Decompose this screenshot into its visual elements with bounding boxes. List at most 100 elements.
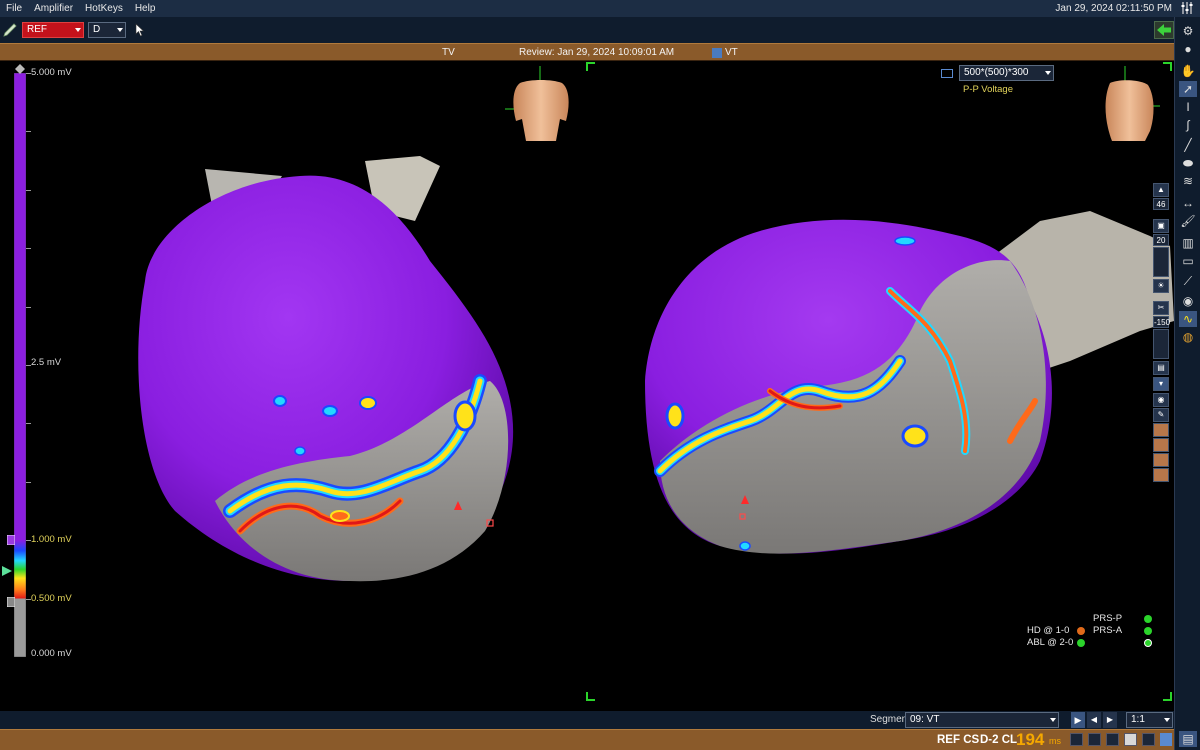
needle-icon[interactable]: ⟋ — [1179, 273, 1197, 289]
monitor-icon[interactable] — [1106, 733, 1119, 746]
voltage-map-3d[interactable] — [0, 61, 1174, 711]
menu-bar: File Amplifier HotKeys Help Jan 29, 2024… — [0, 0, 1200, 17]
step-back-button[interactable]: ◀ — [1087, 712, 1101, 728]
menu-help[interactable]: Help — [129, 3, 162, 14]
menu-hotkeys[interactable]: HotKeys — [79, 3, 129, 14]
catheter-legend: PRS-P HD @ 1-0 PRS-A ABL @ 2-0 — [1025, 613, 1165, 673]
select-arrow-icon[interactable]: ➚ — [1179, 81, 1197, 97]
map-type-label: P-P Voltage — [963, 84, 1014, 95]
status-dot-prs-a — [1144, 627, 1152, 635]
map-viewport[interactable]: 5.000 mV 2.5 mV 1.000 mV 0.500 mV 0.000 … — [0, 61, 1174, 711]
play-button[interactable]: ▶ — [1071, 712, 1085, 728]
channel-select-value: D — [93, 24, 101, 35]
pointer-cursor-icon — [135, 23, 145, 37]
right-toolbar: ⚙ ● ✋ ➚ I ∫ ╱ ⬬ ≋ ↔ 🖌 ▥ ▭ ⟋ ◉ ∿ ◍ ▤ — [1174, 17, 1200, 750]
segment-select[interactable]: 09: VT — [905, 712, 1059, 728]
chevron-down-icon — [1164, 718, 1170, 722]
circle-icon[interactable]: ● — [1179, 41, 1197, 57]
torso-view-1-icon[interactable] — [1153, 423, 1169, 437]
reference-select[interactable]: REF — [22, 22, 84, 38]
torso-orientation-left[interactable] — [505, 66, 569, 141]
mountain-icon[interactable]: ▲ — [1153, 183, 1169, 197]
opacity-icon[interactable]: ▣ — [1153, 219, 1169, 233]
view-header-map-name: VT — [725, 47, 738, 58]
mesh-icon[interactable]: ≋ — [1179, 173, 1197, 189]
current-value-marker-icon — [2, 566, 12, 577]
legend-abl: ABL @ 2-0 — [1027, 637, 1074, 648]
status-reference: REF CS — [937, 734, 980, 746]
status-dot-abl — [1077, 639, 1085, 647]
patient-icon[interactable] — [1142, 733, 1155, 746]
map-icon — [712, 48, 722, 58]
torso-view-3-icon[interactable] — [1153, 453, 1169, 467]
segment-bar: Segment 09: VT ▶ ◀ ▶ 1:1 — [0, 711, 1174, 729]
opacity-slider[interactable] — [1153, 247, 1169, 277]
screen-icon[interactable]: ▭ — [1179, 253, 1197, 269]
count-a-value: 20 — [1153, 234, 1169, 246]
gps-icon[interactable]: ▥ — [1179, 235, 1197, 251]
scale-label-min: 0.000 mV — [31, 648, 72, 659]
viewport-corner-br — [1163, 692, 1172, 701]
layers-icon[interactable] — [1088, 733, 1101, 746]
eye-icon[interactable]: ◉ — [1153, 393, 1169, 407]
lower-threshold-handle-icon[interactable] — [7, 596, 15, 607]
clip-icon[interactable]: ✂ — [1153, 301, 1169, 315]
lightbulb-icon[interactable]: ☀ — [1153, 279, 1169, 293]
hand-icon[interactable]: ✋ — [1179, 63, 1197, 79]
window-layout-icon[interactable]: ▤ — [1179, 731, 1197, 747]
torso-orientation-right[interactable] — [1105, 66, 1160, 141]
ruler-icon[interactable]: ╱ — [1179, 137, 1197, 153]
tools-icon[interactable] — [1124, 733, 1137, 746]
status-cycle-length-unit: ms — [1049, 736, 1061, 746]
viewport-corner-bl — [586, 692, 595, 701]
text-cursor-icon[interactable]: I — [1179, 99, 1197, 115]
visibility-eye-icon[interactable]: ◉ — [1179, 293, 1197, 309]
legend-prs-a: PRS-A — [1093, 625, 1123, 636]
torso-view-4-icon[interactable] — [1153, 468, 1169, 482]
screen-select-icon[interactable] — [941, 69, 953, 78]
power-icon[interactable] — [1144, 639, 1152, 647]
channel-select[interactable]: D — [88, 22, 126, 38]
pencil-icon[interactable] — [3, 21, 18, 37]
scale-top-handle-icon[interactable] — [15, 64, 25, 74]
chevron-down-icon — [117, 28, 123, 32]
scale-label-mid: 2.5 mV — [31, 357, 62, 368]
clip-slider[interactable] — [1153, 329, 1169, 359]
menu-file[interactable]: File — [0, 3, 28, 14]
speed-select[interactable]: 1:1 — [1126, 712, 1173, 728]
measurement-select-value: 500*(500)*300 — [964, 67, 1029, 78]
measurement-select[interactable]: 500*(500)*300 — [959, 65, 1054, 81]
dropdown-icon[interactable]: ▾ — [1153, 377, 1169, 391]
measure-distance-icon[interactable]: ↔ — [1179, 195, 1197, 211]
voltage-scale-bar[interactable] — [14, 73, 26, 657]
mixer-icon[interactable] — [1180, 1, 1194, 15]
legend-hd: HD @ 1-0 — [1027, 625, 1070, 636]
record-icon[interactable] — [1160, 733, 1172, 746]
map-overlay-icon[interactable]: ◍ — [1179, 329, 1197, 345]
speed-select-value: 1:1 — [1131, 714, 1145, 725]
status-dot-prs-p — [1144, 615, 1152, 623]
menu-amplifier[interactable]: Amplifier — [28, 3, 79, 14]
curve-icon[interactable]: ∫ — [1179, 117, 1197, 133]
status-cycle-length-value: 194 — [1016, 730, 1045, 749]
status-dot-hd — [1077, 627, 1085, 635]
viewport-corner-tl — [586, 62, 595, 71]
arrow-left-icon — [1157, 24, 1171, 36]
count-top-value: 46 — [1153, 198, 1169, 210]
toolbar: REF D — [0, 17, 1200, 43]
view-header-left: TV — [442, 47, 455, 58]
torso-view-2-icon[interactable] — [1153, 438, 1169, 452]
back-arrow-button[interactable] — [1154, 21, 1174, 39]
upper-threshold-handle-icon[interactable] — [7, 535, 15, 546]
brush-icon[interactable]: 🖌 — [1179, 213, 1197, 229]
message-icon[interactable] — [1070, 733, 1083, 746]
viewport-corner-tr — [1163, 62, 1172, 71]
catheter-icon[interactable]: ✎ — [1153, 408, 1169, 422]
settings-gear-icon[interactable]: ⚙ — [1179, 23, 1197, 39]
lock-icon[interactable]: ▤ — [1153, 361, 1169, 375]
segment-select-value: 09: VT — [910, 714, 940, 725]
view-header-review: Review: Jan 29, 2024 10:09:01 AM — [519, 47, 675, 58]
waveform-icon[interactable]: ∿ — [1179, 311, 1197, 327]
step-forward-button[interactable]: ▶ — [1103, 712, 1117, 728]
eraser-icon[interactable]: ⬬ — [1179, 155, 1197, 171]
